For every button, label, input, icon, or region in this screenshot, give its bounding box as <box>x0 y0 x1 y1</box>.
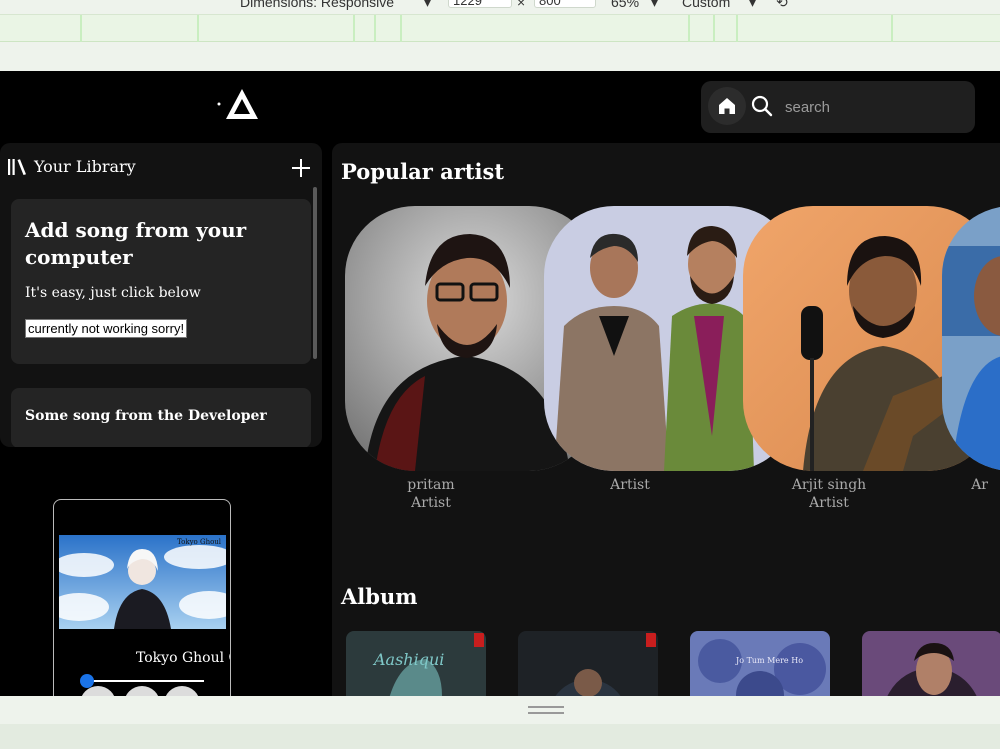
chevron-down-icon: ▾ <box>651 0 659 10</box>
rotate-icon[interactable]: ⟲ <box>776 0 788 11</box>
album-card-aashiqui[interactable]: Aashiqui <box>346 631 486 696</box>
developer-songs-title: Some song from the Developer <box>25 408 267 424</box>
add-song-card: Add song from your computer It's easy, j… <box>11 199 311 364</box>
times-icon: × <box>517 0 526 10</box>
ruler-tick <box>400 15 402 42</box>
add-song-subtext: It's easy, just click below <box>25 285 201 301</box>
album-art-caption: Tokyo Ghoul <box>177 538 222 546</box>
album-caption: Jo Tum Mere Ho <box>735 656 803 665</box>
add-song-heading: Add song from your computer <box>25 218 247 269</box>
library-scrollbar[interactable] <box>313 187 317 359</box>
search-icon[interactable] <box>751 95 773 117</box>
app-viewport: Your Library Add song from your computer… <box>0 71 1000 696</box>
ruler-tick <box>353 15 355 42</box>
album-art: Tokyo Ghoul <box>59 535 226 629</box>
popular-artist-heading: Popular artist <box>341 159 505 184</box>
resize-handle[interactable] <box>528 706 564 714</box>
chevron-down-icon: ▾ <box>749 0 757 10</box>
library-title: Your Library <box>34 157 136 176</box>
artist-role: Artist <box>809 495 849 511</box>
chevron-down-icon: ▾ <box>424 0 432 10</box>
search-bar <box>701 81 975 133</box>
track-title: Tokyo Ghoul Ghoul <box>136 650 230 666</box>
home-icon <box>719 98 735 114</box>
mini-player: Tokyo Ghoul Tokyo Ghoul Ghoul <box>53 499 231 696</box>
devtools-bottom-bar <box>0 696 1000 749</box>
artist-card-fourth[interactable] <box>942 206 1000 471</box>
artist-label-duo: Artist <box>530 476 730 494</box>
app-logo[interactable] <box>216 87 260 121</box>
artist-label-arjit-singh: Arjit singh Artist <box>729 476 929 512</box>
artist-name: pritam <box>407 477 455 493</box>
album-caption: Aashiqui <box>372 650 444 669</box>
height-field[interactable]: 800 <box>534 0 596 8</box>
ruler-tick <box>688 15 690 42</box>
library-panel: Your Library Add song from your computer… <box>0 143 322 447</box>
album-card-fourth[interactable] <box>862 631 1000 696</box>
devtools-toolbar: Dimensions: Responsive ▾ 1229 × 800 65% … <box>0 0 1000 14</box>
zoom-label[interactable]: 65% <box>611 0 639 10</box>
artist-role: Artist <box>411 495 451 511</box>
ruler-tick <box>891 15 893 42</box>
next-button[interactable] <box>164 686 200 696</box>
main-content: Popular artist pritam Artist Artist Arji… <box>332 143 1000 696</box>
artist-label-fourth: Ar <box>928 476 988 494</box>
media-query-ruler[interactable] <box>0 14 1000 42</box>
artist-role: Artist <box>610 477 650 493</box>
width-field[interactable]: 1229 <box>448 0 512 8</box>
ruler-tick <box>713 15 715 42</box>
ruler-tick <box>374 15 376 42</box>
search-input[interactable] <box>785 95 965 119</box>
dimensions-label[interactable]: Dimensions: Responsive <box>240 0 394 10</box>
ruler-tick <box>197 15 199 42</box>
plus-icon[interactable] <box>290 157 312 179</box>
library-header[interactable]: Your Library <box>8 157 136 176</box>
album-heading: Album <box>341 584 418 609</box>
home-button[interactable] <box>708 87 746 125</box>
library-icon <box>8 158 26 175</box>
artist-name: Arjit singh <box>791 477 867 493</box>
artist-label-pritam: pritam Artist <box>332 476 531 512</box>
devtools-bottom-strip <box>0 724 1000 749</box>
seek-bar[interactable] <box>84 680 204 682</box>
ruler-tick <box>736 15 738 42</box>
album-card-jo-tum-mere-ho[interactable]: Jo Tum Mere Ho <box>690 631 830 696</box>
play-button[interactable] <box>124 686 160 696</box>
developer-songs-card[interactable]: Some song from the Developer <box>11 388 311 447</box>
artist-role: Ar <box>971 477 988 493</box>
throttle-label[interactable]: Custom <box>682 0 730 10</box>
add-song-button[interactable]: currently not working sorry! <box>25 319 188 338</box>
devtools-gap <box>0 42 1000 71</box>
ruler-tick <box>80 15 82 42</box>
album-card-second[interactable] <box>518 631 658 696</box>
